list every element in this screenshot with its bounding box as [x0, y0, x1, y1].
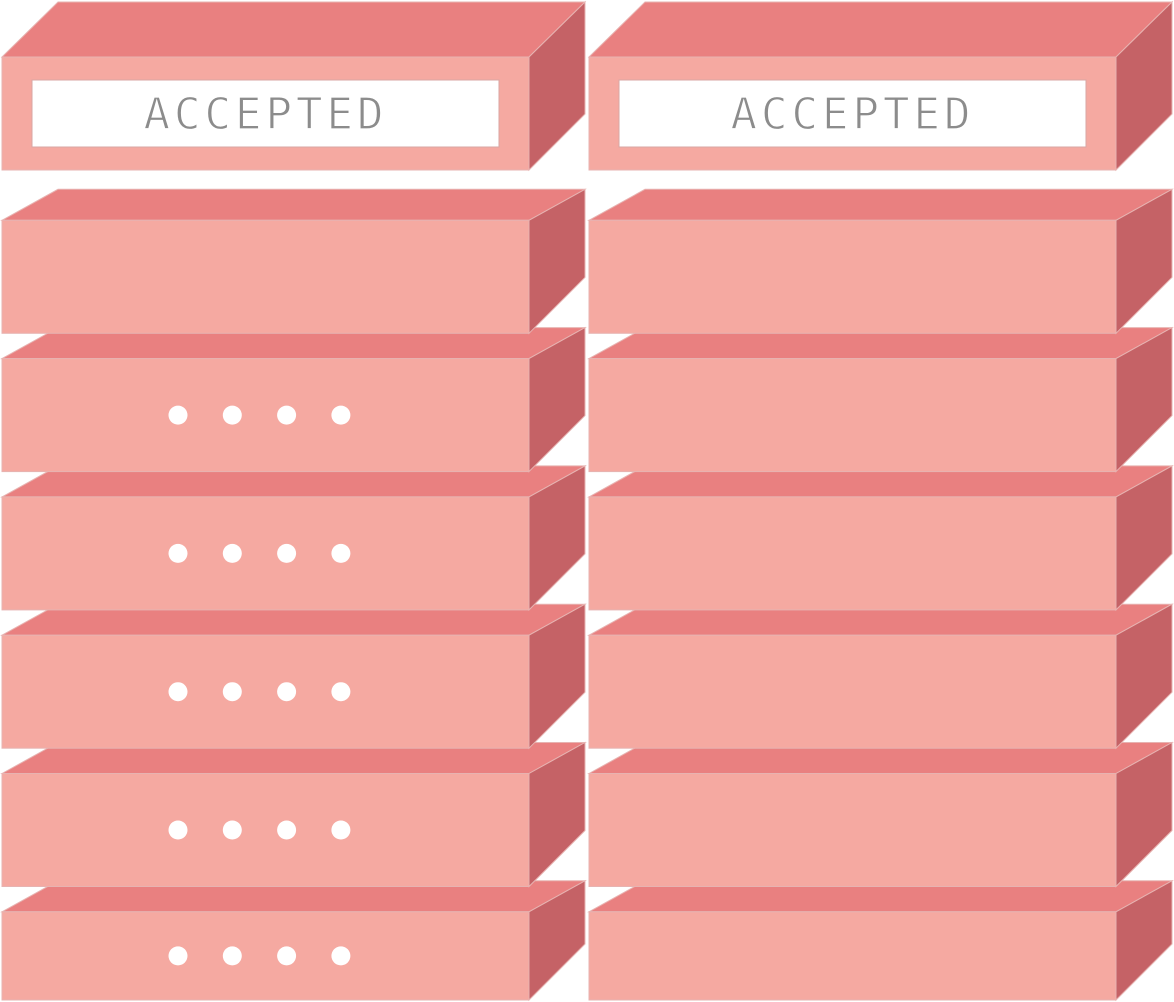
indicator-dot [277, 820, 297, 840]
status-label-text: ACCEPTED [731, 89, 975, 140]
server-block [587, 465, 1174, 612]
server-block [0, 188, 587, 335]
indicator-dot [222, 946, 242, 966]
indicator-dot [168, 682, 188, 702]
server-block [0, 603, 587, 750]
server-stack-left: ACCEPTED [0, 0, 587, 1002]
indicator-dot [222, 682, 242, 702]
block-front-face [588, 773, 1117, 887]
indicator-dot [277, 682, 297, 702]
server-stack-right: ACCEPTED [587, 0, 1174, 1002]
block-front-face [588, 911, 1117, 1001]
indicator-dot [331, 820, 351, 840]
indicator-dot [331, 405, 351, 425]
block-top-face [0, 188, 587, 221]
server-block: ACCEPTED [587, 0, 1174, 172]
block-top-face [587, 1, 1174, 58]
block-front-face [588, 634, 1117, 749]
block-front-face [1, 911, 530, 1001]
indicator-dot [331, 946, 351, 966]
block-front-face [588, 496, 1117, 611]
block-front-face [1, 219, 530, 334]
block-front-face [588, 219, 1117, 334]
indicator-dot [277, 946, 297, 966]
block-front-face [1, 634, 530, 749]
indicator-dot [168, 820, 188, 840]
server-block: ACCEPTED [0, 0, 587, 172]
block-top-face [0, 1, 587, 58]
server-block [587, 188, 1174, 335]
server-stacks-diagram: ACCEPTED ACCEPTED [0, 0, 1174, 1002]
indicator-dot [277, 543, 297, 563]
indicator-dot [222, 405, 242, 425]
indicator-dot [168, 405, 188, 425]
server-block [0, 879, 587, 1002]
server-block [587, 741, 1174, 888]
indicator-dot [331, 543, 351, 563]
block-front-face [1, 773, 530, 887]
block-front-face [588, 358, 1117, 473]
server-block [587, 879, 1174, 1002]
server-block [0, 465, 587, 612]
block-front-face [1, 358, 530, 473]
server-block [587, 603, 1174, 750]
indicator-dot [168, 946, 188, 966]
indicator-dot [331, 682, 351, 702]
indicator-dot [168, 543, 188, 563]
indicator-dot [277, 405, 297, 425]
server-block [587, 326, 1174, 473]
server-block [0, 741, 587, 888]
block-front-face [1, 496, 530, 611]
block-top-face [587, 188, 1174, 221]
indicator-dot [222, 820, 242, 840]
indicator-dot [222, 543, 242, 563]
server-block [0, 326, 587, 473]
status-label-text: ACCEPTED [144, 89, 388, 140]
